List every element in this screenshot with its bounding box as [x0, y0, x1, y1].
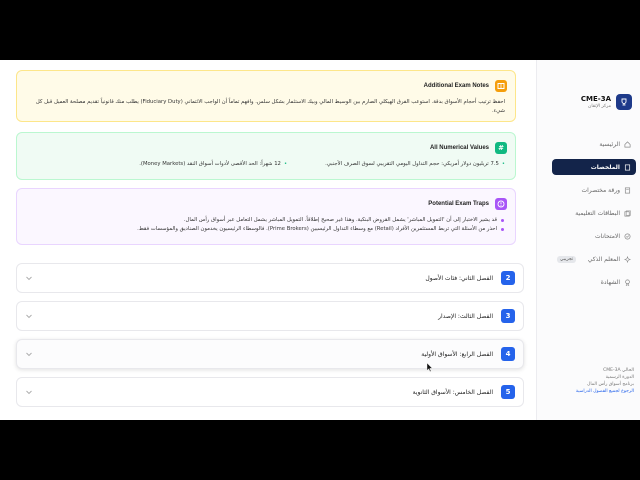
app-screen: Additional Exam Notes احفظ ترتيب أحجام ا… — [0, 60, 640, 420]
warning-icon — [495, 198, 507, 210]
chapter-number: 5 — [501, 385, 515, 399]
sidebar-item-exams[interactable]: الامتحانات — [552, 228, 636, 244]
chapter-accordion-4[interactable]: 4 الفصل الرابع: الأسواق الأولية — [16, 339, 524, 369]
exam-traps-title: Potential Exam Traps — [428, 201, 489, 207]
sidebar-item-label: المعلم الذكي — [587, 255, 620, 263]
sidebar-item-label: الشهادة — [600, 278, 620, 286]
numerical-values-title: All Numerical Values — [429, 145, 489, 151]
main-content: Additional Exam Notes احفظ ترتيب أحجام ا… — [0, 60, 537, 420]
cards-icon — [624, 210, 631, 216]
chevron-down-icon — [26, 352, 32, 357]
chapter-title: الفصل الخامس: الأسواق الثانوية — [412, 388, 493, 396]
brand-subtitle: مركز الإتقان — [588, 103, 611, 109]
sheet-icon — [624, 187, 631, 193]
chevron-down-icon — [26, 314, 32, 319]
beta-badge: تجريبي — [557, 255, 577, 263]
sidebar: CME-3A مركز الإتقان الرئيسية الملخصات ور… — [536, 60, 640, 420]
book-icon — [624, 164, 631, 170]
chapter-number: 2 — [501, 271, 515, 285]
hash-icon: # — [495, 142, 507, 154]
chapter-accordion-5[interactable]: 5 الفصل الخامس: الأسواق الثانوية — [16, 377, 524, 407]
numerical-value-item: 7.5 تريليون دولار أمريكي: حجم التداول ال… — [325, 160, 505, 169]
chapter-title: الفصل الرابع: الأسواق الأولية — [421, 350, 493, 358]
footer-program: برنامج أسواق رأس المال — [587, 382, 634, 387]
home-icon — [624, 140, 631, 147]
chapter-accordion-2[interactable]: 2 الفصل الثاني: فئات الأصول — [16, 263, 524, 293]
mouse-cursor-icon — [427, 363, 433, 372]
exam-icon — [624, 233, 631, 239]
chapter-accordion-3[interactable]: 3 الفصل الثالث: الإصدار — [16, 301, 524, 331]
chevron-down-icon — [26, 276, 32, 281]
sidebar-nav: الرئيسية الملخصات ورقة مختصرات البطاقات … — [552, 136, 636, 297]
trap-item: قد يشير الاختبار إلى أن 'التمويل المباشر… — [27, 216, 505, 225]
sidebar-item-label: البطاقات التعليمية — [575, 209, 620, 217]
sidebar-item-label: الامتحانات — [595, 232, 620, 240]
chapter-title: الفصل الثاني: فئات الأصول — [425, 274, 493, 282]
chevron-down-icon — [26, 390, 32, 395]
brand-title: CME-3A — [580, 94, 611, 103]
sidebar-item-label: ورقة مختصرات — [581, 186, 620, 194]
sparkle-icon — [624, 255, 631, 263]
trophy-icon — [616, 94, 632, 110]
certificate-icon — [625, 279, 630, 286]
exam-traps-card: Potential Exam Traps قد يشير الاختبار إل… — [16, 188, 516, 245]
sidebar-item-label: الرئيسية — [599, 140, 620, 148]
brand: CME-3A مركز الإتقان — [581, 94, 632, 110]
sidebar-item-ai-tutor[interactable]: تجريبي المعلم الذكي — [552, 251, 636, 267]
sidebar-footer: CME-3A الحالي الدورة الرسمية برنامج أسوا… — [544, 367, 634, 395]
footer-course: الدورة الرسمية — [605, 375, 634, 380]
exam-notes-title: Additional Exam Notes — [423, 83, 489, 89]
chapter-number: 4 — [501, 347, 515, 361]
numerical-values-card: # All Numerical Values 7.5 تريليون دولار… — [16, 132, 516, 180]
footer-current: CME-3A الحالي — [603, 368, 634, 373]
numerical-value-item: 12 شهراً: الحد الأقصى لأدوات أسواق النقد… — [139, 160, 287, 169]
sidebar-item-flashcards[interactable]: البطاقات التعليمية — [552, 205, 636, 221]
sidebar-item-certificate[interactable]: الشهادة — [552, 274, 636, 290]
exam-notes-text: احفظ ترتيب أحجام الأسواق بدقة. استوعب ال… — [35, 99, 505, 114]
sidebar-item-home[interactable]: الرئيسية — [552, 136, 636, 152]
chapter-number: 3 — [501, 309, 515, 323]
sidebar-item-cheat-sheet[interactable]: ورقة مختصرات — [552, 182, 636, 198]
trap-item: احذر من الأسئلة التي تربط المستثمرين الأ… — [27, 225, 505, 234]
back-to-courses-link[interactable]: الرجوع لجميع الفصول الدراسية — [544, 388, 634, 395]
sidebar-item-label: الملخصات — [590, 163, 620, 171]
book-open-icon — [495, 80, 507, 92]
chapter-title: الفصل الثالث: الإصدار — [438, 312, 493, 320]
exam-notes-card: Additional Exam Notes احفظ ترتيب أحجام ا… — [16, 70, 516, 122]
sidebar-item-summaries[interactable]: الملخصات — [552, 159, 636, 175]
